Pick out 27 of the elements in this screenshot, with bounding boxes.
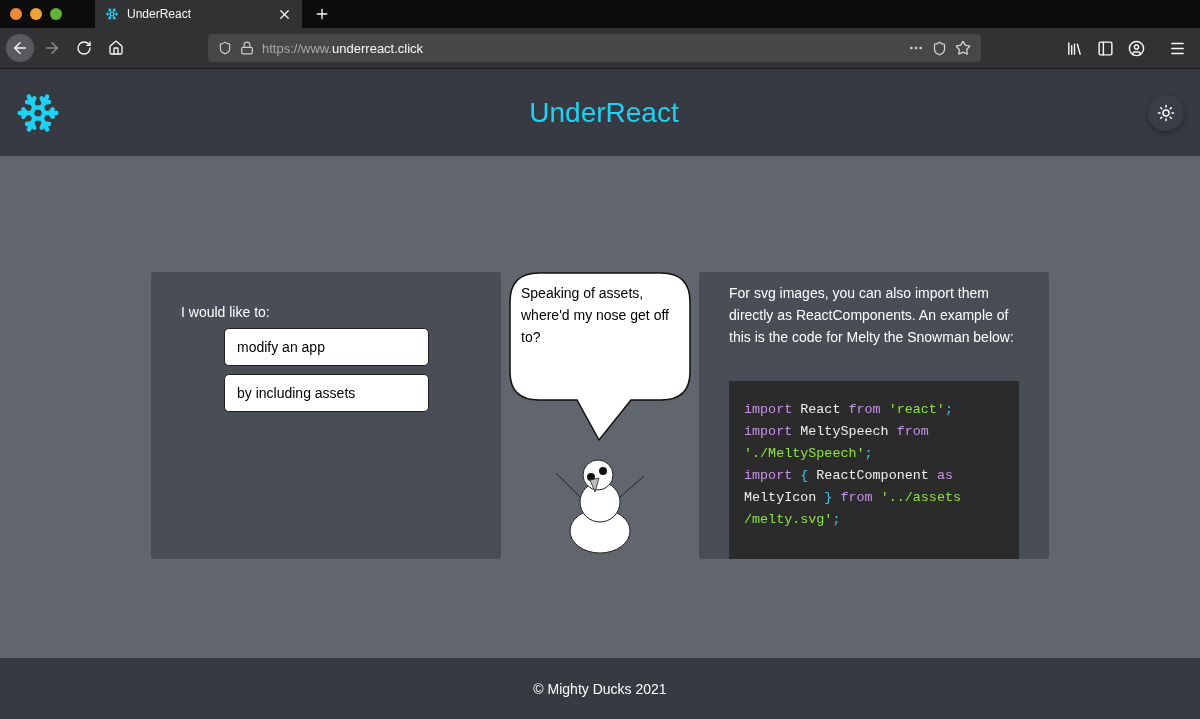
- site-title: UnderReact: [528, 96, 680, 129]
- option-button[interactable]: modify an app: [224, 327, 429, 366]
- minimize-window-dot[interactable]: [30, 8, 42, 20]
- address-bar[interactable]: https://www.underreact.click: [208, 34, 981, 62]
- sun-icon[interactable]: [1157, 103, 1175, 122]
- option-button[interactable]: by including assets: [224, 373, 429, 412]
- forward-icon[interactable]: [43, 39, 61, 57]
- account-icon[interactable]: [1128, 39, 1145, 57]
- back-button[interactable]: [6, 34, 34, 62]
- speech-text: Speaking of assets, where'd my nose get off to?: [521, 283, 670, 347]
- sidebar-icon[interactable]: [1097, 39, 1114, 57]
- theme-toggle-button[interactable]: [1148, 94, 1184, 131]
- star-icon[interactable]: [955, 40, 971, 56]
- home-icon[interactable]: [108, 40, 124, 56]
- prompt-label: I would like to:: [181, 303, 271, 320]
- new-tab-icon[interactable]: [314, 6, 330, 22]
- lock-icon: [240, 41, 254, 55]
- snowflake-icon: [105, 7, 119, 21]
- maximize-window-dot[interactable]: [50, 8, 62, 20]
- code-block: import React from 'react'; import MeltySpeech from './MeltySpeech'; import { ReactComponent as MeltyIcon } from '../assets /melty.svg';: [729, 380, 1019, 559]
- close-window-dot[interactable]: [10, 8, 22, 20]
- reload-icon[interactable]: [76, 40, 92, 56]
- browser-tab[interactable]: UnderReact: [95, 0, 302, 28]
- shield-icon[interactable]: [218, 41, 232, 55]
- library-icon[interactable]: [1066, 39, 1083, 57]
- info-text: For svg images, you can also import them directly as ReactComponents. An example of this is the code for Melty the Snowman below:: [729, 283, 1014, 347]
- copyright-text: © Mighty Ducks 2021: [533, 680, 667, 697]
